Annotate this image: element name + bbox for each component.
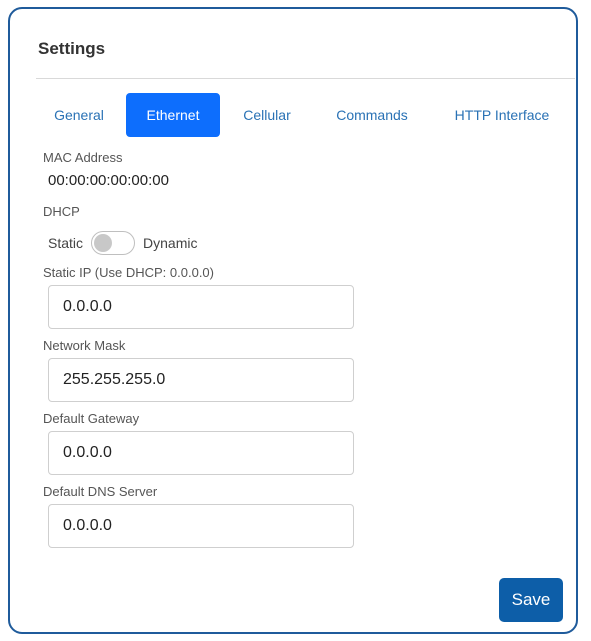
mac-address-value: 00:00:00:00:00:00 — [48, 172, 169, 189]
dhcp-toggle-row: Static Dynamic — [48, 229, 197, 257]
tab-commands[interactable]: Commands — [322, 93, 422, 137]
static-ip-label: Static IP (Use DHCP: 0.0.0.0) — [43, 265, 214, 280]
tab-http-interface[interactable]: HTTP Interface — [442, 93, 562, 137]
static-ip-input[interactable] — [48, 285, 354, 329]
panel-title: Settings — [38, 39, 106, 58]
tab-general[interactable]: General — [38, 93, 120, 137]
toggle-knob — [94, 234, 113, 252]
settings-panel: Settings General Ethernet Cellular Comma… — [8, 7, 578, 634]
save-button[interactable]: Save — [499, 578, 563, 622]
tab-ethernet[interactable]: Ethernet — [126, 93, 220, 137]
default-gateway-input[interactable] — [48, 431, 354, 475]
network-mask-label: Network Mask — [43, 338, 126, 353]
tab-cellular[interactable]: Cellular — [232, 93, 302, 137]
default-gateway-label: Default Gateway — [43, 411, 140, 426]
dhcp-static-label: Static — [48, 235, 84, 251]
dhcp-dynamic-label: Dynamic — [143, 235, 198, 251]
mac-address-label: MAC Address — [43, 150, 123, 165]
dhcp-label: DHCP — [43, 204, 80, 219]
default-dns-input[interactable] — [48, 504, 354, 548]
dhcp-toggle-switch[interactable] — [91, 231, 136, 255]
network-mask-input[interactable] — [48, 358, 354, 402]
settings-tabs: General Ethernet Cellular Commands HTTP … — [10, 93, 580, 137]
default-dns-label: Default DNS Server — [43, 484, 158, 499]
title-divider — [36, 78, 575, 79]
